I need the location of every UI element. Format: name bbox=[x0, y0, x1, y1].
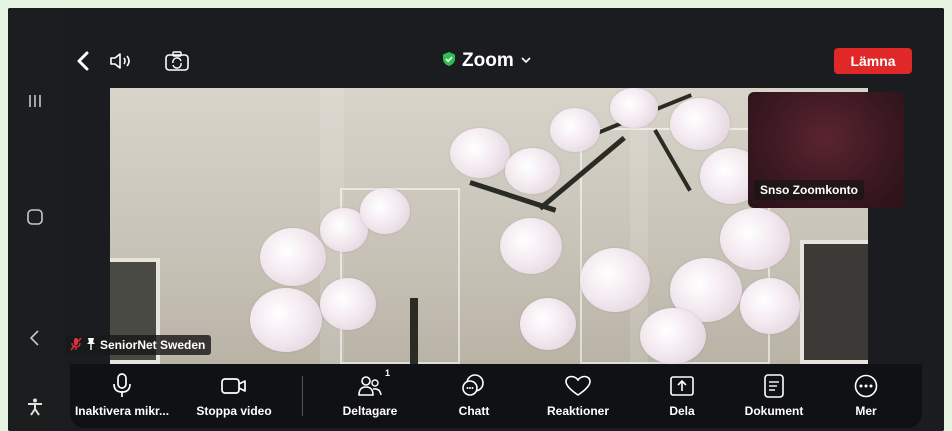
more-button[interactable]: Mer bbox=[816, 372, 916, 424]
toolbar-divider bbox=[302, 376, 303, 416]
chevron-down-icon bbox=[520, 52, 532, 70]
more-label: Mer bbox=[855, 404, 877, 418]
reactions-label: Reaktioner bbox=[546, 404, 610, 418]
meeting-toolbar: Inaktivera mikr... Stoppa video 1 Deltag… bbox=[70, 364, 922, 428]
recent-apps-icon[interactable] bbox=[18, 84, 52, 118]
share-label: Dela bbox=[669, 404, 695, 418]
back-icon[interactable] bbox=[18, 321, 52, 355]
shield-check-icon bbox=[442, 51, 456, 72]
meeting-stage: Zoom Lämna Snso Zoomkonto SeniorNet Swed… bbox=[62, 8, 944, 431]
active-speaker-tag: SeniorNet Sweden bbox=[66, 335, 212, 355]
documents-button[interactable]: Dokument bbox=[724, 372, 824, 424]
muted-mic-icon bbox=[70, 337, 82, 354]
participants-button[interactable]: 1 Deltagare bbox=[320, 368, 420, 424]
wall-picture bbox=[800, 240, 868, 364]
back-arrow-icon[interactable] bbox=[66, 44, 100, 78]
switch-camera-icon[interactable] bbox=[160, 44, 194, 78]
speaker-icon[interactable] bbox=[104, 44, 138, 78]
reactions-button[interactable]: Reaktioner bbox=[528, 372, 628, 424]
chat-button[interactable]: Chatt bbox=[424, 372, 524, 424]
orchid-flower bbox=[450, 128, 510, 178]
accessibility-icon[interactable] bbox=[18, 390, 52, 424]
mute-label: Inaktivera mikr... bbox=[74, 404, 170, 418]
more-icon bbox=[852, 372, 880, 400]
meeting-title-dropdown[interactable]: Zoom bbox=[442, 48, 532, 74]
chat-icon bbox=[460, 372, 488, 400]
participants-icon: 1 bbox=[356, 368, 390, 400]
meeting-title: Zoom bbox=[462, 50, 514, 71]
meeting-top-bar: Zoom Lämna bbox=[62, 8, 944, 88]
document-icon bbox=[760, 372, 788, 400]
system-nav-bar bbox=[8, 8, 62, 431]
heart-icon bbox=[564, 372, 592, 400]
participant-thumbnail[interactable]: Snso Zoomkonto bbox=[748, 92, 904, 208]
microphone-icon bbox=[108, 372, 136, 400]
leave-button[interactable]: Lämna bbox=[834, 48, 912, 74]
speaker-name: SeniorNet Sweden bbox=[100, 338, 206, 352]
chat-label: Chatt bbox=[458, 404, 490, 418]
phone-screen: Zoom Lämna Snso Zoomkonto SeniorNet Swed… bbox=[8, 8, 944, 431]
mute-button[interactable]: Inaktivera mikr... bbox=[72, 372, 172, 424]
stop-video-button[interactable]: Stoppa video bbox=[184, 372, 284, 424]
share-upload-icon bbox=[668, 372, 696, 400]
pin-icon bbox=[86, 337, 96, 354]
video-label: Stoppa video bbox=[196, 404, 272, 418]
share-button[interactable]: Dela bbox=[632, 372, 732, 424]
thumbnail-name: Snso Zoomkonto bbox=[754, 180, 864, 200]
participants-label: Deltagare bbox=[342, 404, 398, 418]
video-camera-icon bbox=[220, 372, 248, 400]
documents-label: Dokument bbox=[744, 404, 804, 418]
participants-count: 1 bbox=[384, 368, 390, 378]
home-icon[interactable] bbox=[18, 200, 52, 234]
